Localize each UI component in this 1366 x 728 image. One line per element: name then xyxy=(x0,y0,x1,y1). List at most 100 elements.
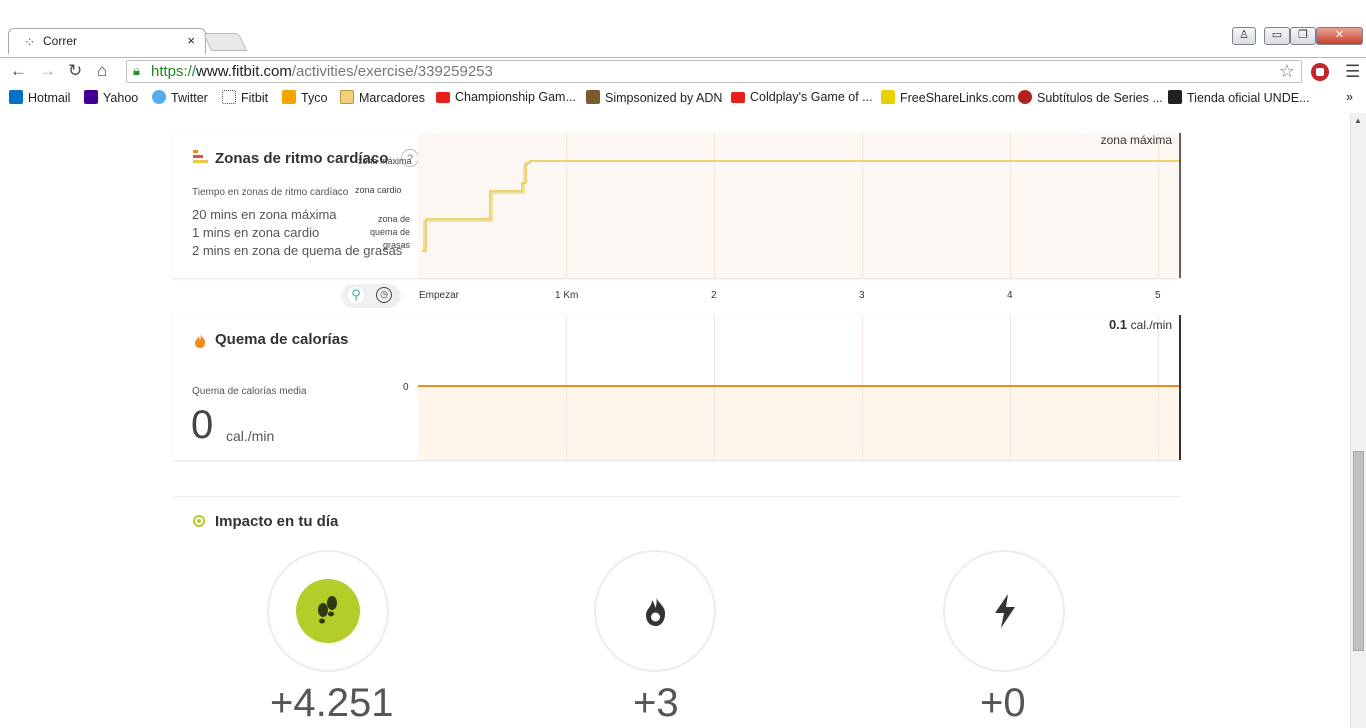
lightning-icon xyxy=(995,594,1015,628)
close-window-button[interactable]: ✕ xyxy=(1316,27,1363,45)
bookmark-hotmail[interactable]: Hotmail xyxy=(9,90,70,105)
section-divider xyxy=(173,496,1181,497)
y-label-fatburn-zone: zona de quema de grasas xyxy=(369,214,410,250)
gridline xyxy=(1010,315,1011,460)
active-minutes-impact-value: +0 xyxy=(980,681,1026,725)
lock-icon: 🔒︎ xyxy=(133,63,140,78)
calories-unit: cal./min xyxy=(226,428,275,444)
active-minutes-impact-circle xyxy=(943,550,1065,672)
calories-area-fill xyxy=(418,386,1181,460)
simpson-icon xyxy=(586,90,600,104)
bookmark-fitbit[interactable]: Fitbit xyxy=(222,90,268,105)
x-tick-3: 3 xyxy=(859,290,865,301)
y-label-cardio-zone: zona cardio xyxy=(355,185,402,195)
flame-icon xyxy=(195,333,206,348)
yahoo-icon xyxy=(84,90,98,104)
bookmark-freesharelinks[interactable]: FreeShareLinks.com xyxy=(881,90,1015,105)
reload-icon[interactable]: ↻ xyxy=(68,61,82,81)
url-text: https://www.fitbit.com/activities/exerci… xyxy=(151,63,493,80)
gridline xyxy=(566,315,567,460)
calories-title: Quema de calorías xyxy=(215,331,349,348)
y-label-max-zone: zona máxima xyxy=(358,156,412,166)
x-tick-start: Empezar xyxy=(419,290,460,301)
x-axis-row: ⚲ ◷ Empezar 1 Km 2 3 4 5 xyxy=(173,279,1181,315)
outlook-icon xyxy=(9,90,23,104)
bookmark-tienda[interactable]: Tienda oficial UNDE... xyxy=(1168,90,1310,105)
navigation-bar: ← → ↻ ⌂ 🔒︎ https://www.fitbit.com/activi… xyxy=(0,57,1366,86)
bookmark-twitter[interactable]: Twitter xyxy=(152,90,208,105)
flame-impact-icon xyxy=(646,596,666,626)
steps-impact-value: +4.251 xyxy=(270,681,394,725)
calories-chart: 0.1 cal./min xyxy=(418,315,1181,460)
home-icon[interactable]: ⌂ xyxy=(97,61,107,81)
bookmark-coldplay[interactable]: Coldplay's Game of ... xyxy=(731,90,873,104)
bookmark-simpsonized[interactable]: Simpsonized by ADN xyxy=(586,90,722,105)
bookmarks-overflow-chevron-icon[interactable]: » xyxy=(1346,90,1353,104)
adblock-extension-icon[interactable] xyxy=(1311,63,1329,81)
twitter-icon xyxy=(152,90,166,104)
bookmark-yahoo[interactable]: Yahoo xyxy=(84,90,138,105)
calories-line xyxy=(418,385,1181,387)
x-tick-4: 4 xyxy=(1007,290,1013,301)
scrollbar-thumb[interactable] xyxy=(1353,451,1364,651)
bars-chart-icon xyxy=(193,150,208,163)
heart-zone-chart: zona máxima xyxy=(418,133,1181,278)
calories-value: 0 xyxy=(191,403,214,447)
browser-titlebar: ·:· Correr × ♙ ▭ ❐ ✕ xyxy=(0,0,1366,57)
forward-arrow-icon[interactable]: → xyxy=(39,61,56,81)
x-tick-2: 2 xyxy=(711,290,717,301)
new-tab-button[interactable] xyxy=(202,33,248,51)
heart-zones-subtitle: Tiempo en zonas de ritmo cardíaco xyxy=(192,187,349,198)
tab-title: Correr xyxy=(43,34,78,48)
tab-close-icon[interactable]: × xyxy=(187,33,195,48)
tab-correr[interactable]: ·:· Correr × xyxy=(8,28,206,54)
profile-icon[interactable]: ♙ xyxy=(1232,27,1256,45)
x-tick-1km: 1 Km xyxy=(555,290,579,301)
calories-impact-circle xyxy=(594,550,716,672)
scroll-up-arrow-icon[interactable]: ▲ xyxy=(1354,116,1362,125)
minimize-button[interactable]: ▭ xyxy=(1264,27,1290,45)
folder-icon xyxy=(340,90,354,104)
address-bar[interactable]: 🔒︎ https://www.fitbit.com/activities/exe… xyxy=(126,60,1302,83)
chrome-menu-icon[interactable]: ☰ xyxy=(1345,62,1360,82)
clock-icon[interactable]: ◷ xyxy=(376,287,392,303)
bookmarks-bar: Hotmail Yahoo Twitter Fitbit Tyco Marcad… xyxy=(0,85,1366,114)
fitbit-favicon-icon: ·:· xyxy=(25,34,34,48)
page-content: Zonas de ritmo cardíaco ? Tiempo en zona… xyxy=(0,113,1366,728)
calories-subtitle: Quema de calorías media xyxy=(192,386,307,397)
zone-row-max: 20 mins en zona máxima xyxy=(192,207,337,222)
x-tick-5: 5 xyxy=(1155,290,1161,301)
map-pin-icon[interactable]: ⚲ xyxy=(348,287,364,303)
store-icon xyxy=(1168,90,1182,104)
back-arrow-icon[interactable]: ← xyxy=(10,61,27,81)
gridline xyxy=(714,315,715,460)
zone-max-corner-label: zona máxima xyxy=(1100,133,1172,147)
page-scrollbar[interactable]: ▲ xyxy=(1350,113,1366,728)
gridline xyxy=(862,315,863,460)
fsl-icon xyxy=(881,90,895,104)
youtube-icon xyxy=(731,92,745,103)
restore-button[interactable]: ❐ xyxy=(1290,27,1316,45)
bookmark-tyco[interactable]: Tyco xyxy=(282,90,327,105)
view-toggle: ⚲ ◷ xyxy=(341,284,401,308)
calories-y-zero: 0 xyxy=(403,382,409,393)
tyco-icon xyxy=(282,90,296,104)
heart-zone-line xyxy=(422,133,1181,278)
bookmark-championship[interactable]: Championship Gam... xyxy=(436,90,576,104)
bookmark-subtitulos[interactable]: Subtítulos de Series ... xyxy=(1018,90,1163,105)
target-icon xyxy=(193,515,205,527)
heart-zones-card: Zonas de ritmo cardíaco ? Tiempo en zona… xyxy=(173,133,1181,278)
tv-icon xyxy=(1018,90,1032,104)
bookmark-folder-marcadores[interactable]: Marcadores xyxy=(340,90,425,105)
fitbit-icon xyxy=(222,90,236,104)
footsteps-icon xyxy=(296,579,360,643)
bookmark-star-icon[interactable]: ☆ xyxy=(1279,61,1295,82)
calories-impact-value: +3 xyxy=(633,681,679,725)
calories-max-label: 0.1 cal./min xyxy=(1108,317,1172,332)
steps-impact-circle xyxy=(267,550,389,672)
calories-card: Quema de calorías Quema de calorías medi… xyxy=(173,315,1181,460)
zone-row-cardio: 1 mins en zona cardio xyxy=(192,225,320,240)
youtube-icon xyxy=(436,92,450,103)
chart-end-marker xyxy=(1179,315,1181,460)
gridline xyxy=(1158,315,1159,460)
